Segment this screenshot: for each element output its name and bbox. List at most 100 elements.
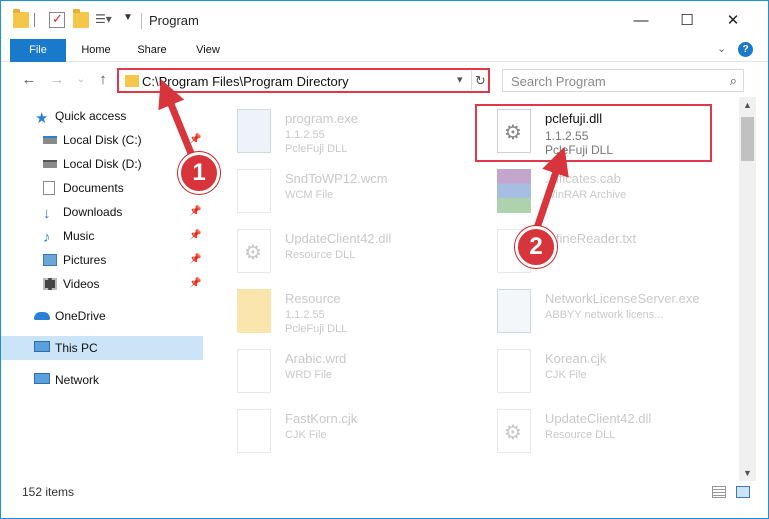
file-item[interactable]: Korean.cjk CJK File — [473, 345, 713, 401]
sidebar-item-local-disk-c[interactable]: Local Disk (C:) 📌 — [1, 128, 203, 152]
pin-icon[interactable]: 📌 — [189, 200, 201, 224]
address-dropdown-icon[interactable]: ▾ — [457, 73, 463, 86]
sidebar-item-this-pc[interactable]: This PC — [1, 336, 203, 360]
pin-icon[interactable]: 📌 — [189, 272, 201, 296]
sidebar-item-label: Music — [63, 229, 95, 243]
pin-icon[interactable]: 📌 — [189, 224, 201, 248]
music-icon: ♪ — [43, 229, 51, 246]
folder-icon — [237, 289, 271, 333]
file-type: Resource DLL — [545, 429, 616, 441]
cloud-icon — [34, 312, 50, 320]
file-item[interactable]: Resource 1.1.2.55 PcleFuji DLL — [213, 285, 453, 341]
vertical-scrollbar[interactable]: ▲ ▼ — [739, 97, 756, 481]
file-description: PcleFuji DLL — [285, 323, 348, 335]
tab-file[interactable]: File — [10, 39, 66, 62]
file-item[interactable]: program.exe 1.1.2.55 PcleFuji DLL — [213, 105, 453, 161]
document-file-icon — [497, 349, 531, 393]
sidebar-item-downloads[interactable]: ↓ Downloads 📌 — [1, 200, 203, 224]
sidebar-item-music[interactable]: ♪ Music 📌 — [1, 224, 203, 248]
chevron-down-icon[interactable]: ▼ — [123, 12, 139, 28]
scroll-down-icon[interactable]: ▼ — [739, 465, 756, 481]
file-item[interactable]: FastKorn.cjk CJK File — [213, 405, 453, 461]
sidebar-item-videos[interactable]: Videos 📌 — [1, 272, 203, 296]
recent-dropdown-icon[interactable]: ⌄ — [71, 70, 91, 90]
drive-icon — [43, 160, 57, 168]
refresh-button[interactable]: ↻ — [471, 71, 489, 90]
maximize-button[interactable]: ☐ — [664, 1, 710, 39]
search-icon[interactable]: ⌕ — [730, 73, 737, 89]
step-2-badge: 2 — [515, 226, 557, 268]
pin-icon[interactable]: 📌 — [189, 128, 201, 152]
drive-icon — [43, 136, 57, 144]
divider — [34, 13, 35, 27]
sidebar-item-onedrive[interactable]: OneDrive — [1, 304, 203, 328]
scroll-thumb[interactable] — [741, 117, 754, 161]
sidebar-item-label: Documents — [63, 181, 124, 195]
details-view-icon[interactable] — [712, 486, 726, 498]
documents-icon — [43, 181, 55, 195]
help-icon[interactable]: ? — [738, 42, 753, 57]
back-button[interactable]: ← — [19, 70, 39, 90]
network-icon — [34, 373, 50, 384]
sidebar-item-local-disk-d[interactable]: Local Disk (D:) 📌 — [1, 152, 203, 176]
file-item[interactable]: SndToWP12.wcm WCM File — [213, 165, 453, 221]
file-item[interactable]: ...ificates.cab WinRAR Archive — [473, 165, 713, 221]
sidebar-item-label: Local Disk (D:) — [63, 157, 142, 171]
file-name: SndToWP12.wcm — [285, 171, 388, 186]
sidebar-item-network[interactable]: Network — [1, 368, 203, 392]
file-item[interactable]: NetworkLicenseServer.exe ABBYY network l… — [473, 285, 713, 341]
search-input[interactable]: Search Program ⌕ — [502, 69, 744, 92]
archive-file-icon — [497, 169, 531, 213]
file-name: ...ificates.cab — [545, 171, 621, 186]
sidebar-item-label: Network — [55, 373, 100, 387]
file-type: Resource DLL — [285, 249, 356, 261]
document-file-icon — [237, 349, 271, 393]
pin-icon[interactable]: 📌 — [189, 248, 201, 272]
address-bar[interactable]: C:\Program Files\Program Directory ▾ ↻ — [117, 68, 490, 93]
sidebar-item-label: Videos — [63, 277, 100, 291]
file-type: WRD File — [285, 369, 333, 381]
file-version: 1.1.2.55 — [285, 129, 325, 141]
sidebar-item-label: Downloads — [63, 205, 123, 219]
status-bar: 152 items — [1, 481, 768, 503]
file-name: Resource — [285, 291, 341, 306]
file-item[interactable]: Arabic.wrd WRD File — [213, 345, 453, 401]
exe-file-icon — [497, 289, 531, 333]
close-button[interactable]: ✕ — [710, 1, 756, 39]
new-folder-icon[interactable] — [73, 9, 89, 28]
tab-home[interactable]: Home — [73, 39, 119, 62]
tab-share[interactable]: Share — [129, 39, 175, 62]
navigation-pane: ★ Quick access Local Disk (C:) 📌 Local D… — [1, 97, 205, 477]
step-1-badge: 1 — [178, 152, 220, 194]
file-item[interactable]: ⚙ UpdateClient42.dll Resource DLL — [213, 225, 453, 281]
sidebar-item-label: Quick access — [55, 109, 127, 123]
file-description: PcleFuji DLL — [285, 143, 348, 155]
file-item[interactable]: ⚙ UpdateClient42.dll Resource DLL — [473, 405, 713, 461]
file-description: ABBYY network licens... — [545, 309, 664, 321]
up-button[interactable]: ↑ — [93, 70, 113, 90]
sidebar-item-label: Local Disk (C:) — [63, 133, 142, 147]
large-icons-view-icon[interactable] — [736, 486, 750, 498]
folder-icon — [125, 75, 139, 87]
sidebar-item-pictures[interactable]: Pictures 📌 — [1, 248, 203, 272]
pictures-icon — [43, 254, 57, 266]
expand-ribbon-icon[interactable]: ⌄ — [717, 42, 726, 55]
scroll-up-icon[interactable]: ▲ — [739, 97, 756, 113]
customize-toolbar-icon[interactable]: ☰▾ — [95, 12, 112, 28]
tab-view[interactable]: View — [185, 39, 231, 62]
title-bar: ✓ ☰▾ ▼ Program — ☐ ✕ — [1, 1, 768, 39]
file-type: CJK File — [545, 369, 587, 381]
file-type: CJK File — [285, 429, 327, 441]
address-path[interactable]: C:\Program Files\Program Directory — [142, 74, 349, 89]
star-icon: ★ — [35, 110, 49, 127]
file-name: UpdateClient42.dll — [545, 411, 652, 426]
properties-icon[interactable]: ✓ — [49, 11, 65, 28]
file-item[interactable]: ...fineReader.txt — [473, 225, 713, 281]
file-name: UpdateClient42.dll — [285, 231, 392, 246]
sidebar-item-quick-access[interactable]: ★ Quick access — [1, 104, 203, 128]
minimize-button[interactable]: — — [618, 1, 664, 39]
file-name: FastKorn.cjk — [285, 411, 358, 426]
forward-button[interactable]: → — [47, 70, 67, 90]
sidebar-item-documents[interactable]: Documents 📌 — [1, 176, 203, 200]
window-title: Program — [149, 13, 199, 28]
